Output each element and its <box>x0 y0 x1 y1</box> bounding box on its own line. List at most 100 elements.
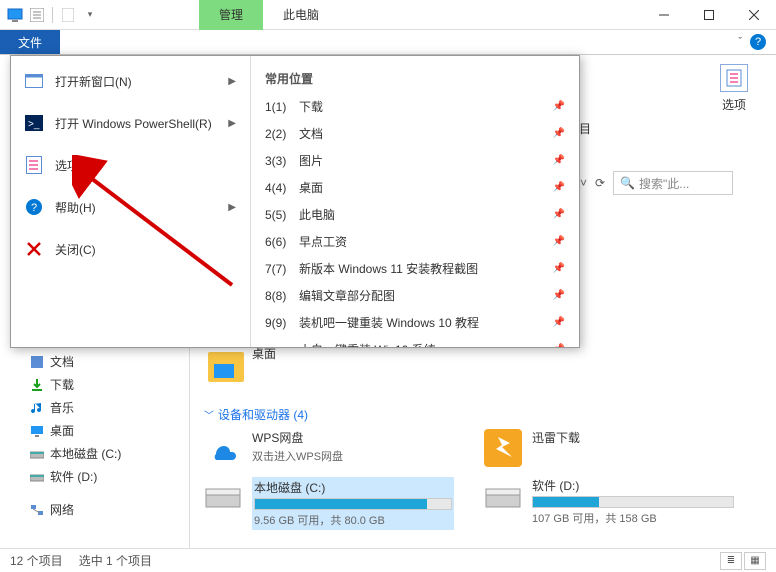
device-tile[interactable]: 迅雷下载 <box>484 429 734 467</box>
refresh-icon[interactable]: ⟳ <box>595 176 605 190</box>
device-tile[interactable]: WPS网盘 双击进入WPS网盘 <box>204 429 454 467</box>
freq-item[interactable]: 小白一键重装 Win10 系统 📌 <box>251 336 579 347</box>
freq-item[interactable]: 5(5) 此电脑 📌 <box>251 201 579 228</box>
menu-label: 打开新窗口(N) <box>55 73 132 90</box>
dropdown-icon[interactable]: ▾ <box>81 6 99 24</box>
pin-icon[interactable]: 📌 <box>553 344 565 347</box>
freq-num: 3(3) <box>265 154 293 168</box>
device-name: 迅雷下载 <box>532 429 734 446</box>
tab-manage[interactable]: 管理 <box>199 0 263 30</box>
device-tile[interactable]: 本地磁盘 (C:) 9.56 GB 可用，共 80.0 GB <box>204 477 454 530</box>
freq-header: 常用位置 <box>251 64 579 93</box>
pin-icon[interactable]: 📌 <box>553 182 565 193</box>
minimize-button[interactable] <box>641 0 686 30</box>
freq-num: 4(4) <box>265 181 293 195</box>
options-icon <box>25 156 43 174</box>
freq-label: 桌面 <box>299 179 323 196</box>
pin-icon[interactable]: 📌 <box>553 209 565 220</box>
device-icon <box>484 429 522 467</box>
menu-item-new-window[interactable]: 打开新窗口(N) ▶ <box>11 60 250 102</box>
powershell-icon: >_ <box>25 114 43 132</box>
chevron-down-icon: ﹀ <box>204 407 214 422</box>
view-icons-button[interactable]: ▦ <box>744 552 766 570</box>
device-icon <box>204 477 242 515</box>
dropdown-icon[interactable]: ˅ <box>580 176 587 190</box>
view-details-button[interactable]: ≣ <box>720 552 742 570</box>
tree-item[interactable]: 本地磁盘 (C:) <box>30 442 183 465</box>
tree-item[interactable]: 软件 (D:) <box>30 465 183 488</box>
tree-item[interactable]: 网络 <box>30 498 183 521</box>
freq-label: 此电脑 <box>299 206 335 223</box>
ribbon-row: 文件 ˇ ? <box>0 30 776 55</box>
music-icon <box>30 401 44 415</box>
freq-label: 小白一键重装 Win10 系统 <box>299 341 436 347</box>
pin-icon[interactable]: 📌 <box>553 317 565 328</box>
collapse-ribbon-icon[interactable]: ˇ <box>738 36 742 48</box>
freq-item[interactable]: 4(4) 桌面 📌 <box>251 174 579 201</box>
file-tab[interactable]: 文件 <box>0 30 60 54</box>
options-icon[interactable] <box>720 64 748 92</box>
tree-item[interactable]: 下载 <box>30 373 183 396</box>
status-bar: 12 个项目 选中 1 个项目 ≣ ▦ <box>0 548 776 572</box>
col-marker: 目 <box>579 120 591 137</box>
freq-num: 7(7) <box>265 262 293 276</box>
search-field[interactable]: 🔍 搜索"此... <box>613 171 733 195</box>
freq-item[interactable]: 3(3) 图片 📌 <box>251 147 579 174</box>
menu-item-powershell[interactable]: >_ 打开 Windows PowerShell(R) ▶ <box>11 102 250 144</box>
svg-text:?: ? <box>31 202 37 214</box>
file-menu-right: 常用位置 1(1) 下载 📌2(2) 文档 📌3(3) 图片 📌4(4) 桌面 … <box>251 56 579 347</box>
network-icon <box>30 503 44 517</box>
window-icon <box>25 72 43 90</box>
device-tile[interactable]: 软件 (D:) 107 GB 可用，共 158 GB <box>484 477 734 530</box>
tree-item[interactable]: 桌面 <box>30 419 183 442</box>
maximize-button[interactable] <box>686 0 731 30</box>
pin-icon[interactable]: 📌 <box>553 101 565 112</box>
help-icon[interactable]: ? <box>750 34 766 50</box>
menu-item-close[interactable]: 关闭(C) <box>11 228 250 270</box>
section-label: 设备和驱动器 (4) <box>218 406 308 423</box>
close-button[interactable] <box>731 0 776 30</box>
file-menu: 打开新窗口(N) ▶ >_ 打开 Windows PowerShell(R) ▶… <box>10 55 580 348</box>
titlebar: ▾ 管理 此电脑 <box>0 0 776 30</box>
freq-label: 图片 <box>299 152 323 169</box>
pin-icon[interactable]: 📌 <box>553 236 565 247</box>
freq-label: 装机吧一键重装 Windows 10 教程 <box>299 314 479 331</box>
device-name: 本地磁盘 (C:) <box>254 479 452 496</box>
device-icon <box>204 429 242 467</box>
menu-item-options[interactable]: 选项 <box>11 144 250 186</box>
doc-icon[interactable] <box>59 6 77 24</box>
menu-item-help[interactable]: ? 帮助(H) ▶ <box>11 186 250 228</box>
tree-label: 桌面 <box>50 422 74 439</box>
file-menu-left: 打开新窗口(N) ▶ >_ 打开 Windows PowerShell(R) ▶… <box>11 56 251 347</box>
tree-label: 文档 <box>50 353 74 370</box>
pin-icon[interactable]: 📌 <box>553 263 565 274</box>
device-name: WPS网盘 <box>252 429 454 446</box>
device-sub: 107 GB 可用，共 158 GB <box>532 510 734 526</box>
tree-item[interactable]: 音乐 <box>30 396 183 419</box>
desktop-icon <box>30 424 44 438</box>
thispc-icon <box>6 6 24 24</box>
tree-item[interactable]: 文档 <box>30 350 183 373</box>
freq-item[interactable]: 6(6) 早点工资 📌 <box>251 228 579 255</box>
menu-label: 帮助(H) <box>55 199 96 216</box>
section-devices[interactable]: ﹀ 设备和驱动器 (4) <box>204 400 762 429</box>
freq-item[interactable]: 9(9) 装机吧一键重装 Windows 10 教程 📌 <box>251 309 579 336</box>
close-icon <box>25 240 43 258</box>
freq-item[interactable]: 1(1) 下载 📌 <box>251 93 579 120</box>
device-name: 软件 (D:) <box>532 477 734 494</box>
menu-label: 选项 <box>55 157 79 174</box>
freq-label: 编辑文章部分配图 <box>299 287 395 304</box>
search-placeholder: 搜索"此... <box>639 175 689 192</box>
freq-num: 8(8) <box>265 289 293 303</box>
doc-icon <box>30 355 44 369</box>
freq-item[interactable]: 2(2) 文档 📌 <box>251 120 579 147</box>
pin-icon[interactable]: 📌 <box>553 128 565 139</box>
freq-item[interactable]: 8(8) 编辑文章部分配图 📌 <box>251 282 579 309</box>
checklist-icon[interactable] <box>28 6 46 24</box>
freq-item[interactable]: 7(7) 新版本 Windows 11 安装教程截图 📌 <box>251 255 579 282</box>
pin-icon[interactable]: 📌 <box>553 290 565 301</box>
tab-thispc[interactable]: 此电脑 <box>263 0 339 30</box>
download-icon <box>30 378 44 392</box>
svg-text:>_: >_ <box>28 119 40 130</box>
pin-icon[interactable]: 📌 <box>553 155 565 166</box>
